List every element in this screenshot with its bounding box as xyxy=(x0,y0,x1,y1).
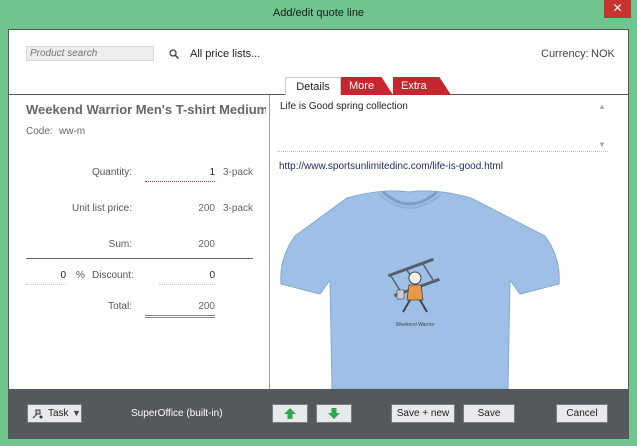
currency-label: Currency: xyxy=(541,48,589,60)
total-label: Total: xyxy=(108,301,132,312)
product-image: Weekend Warrior xyxy=(280,190,560,389)
tab-details[interactable]: Details xyxy=(285,77,341,95)
product-url-link[interactable]: http://www.sportsunlimitedinc.com/life-i… xyxy=(279,161,503,172)
quantity-input[interactable]: 1 xyxy=(145,167,215,182)
sum-value: 200 xyxy=(198,239,215,250)
sum-label: Sum: xyxy=(108,239,132,250)
total-value: 200 xyxy=(145,301,215,318)
tab-more[interactable]: More xyxy=(341,77,393,95)
arrow-up-icon xyxy=(284,408,296,419)
window-title: Add/edit quote line xyxy=(272,7,365,19)
chevron-down-icon[interactable]: ▼ xyxy=(72,408,81,418)
scroll-up-icon[interactable]: ▲ xyxy=(596,102,608,112)
price-lists-link[interactable]: All price lists... xyxy=(190,48,260,60)
discount-amount-input[interactable]: 0 xyxy=(159,270,215,285)
separator-line xyxy=(26,258,253,259)
quantity-label: Quantity: xyxy=(91,167,132,178)
discount-label: Discount: xyxy=(92,270,134,281)
quote-line-pane: Weekend Warrior Men's T-shirt Medium Cod… xyxy=(9,95,269,389)
move-up-button[interactable] xyxy=(272,404,308,423)
move-down-button[interactable] xyxy=(316,404,352,423)
owner-label: SuperOffice (built-in) xyxy=(131,408,223,419)
save-and-new-button[interactable]: Save + new xyxy=(391,404,455,423)
unit-price-label: Unit list price: xyxy=(71,203,132,214)
tab-strip: Details More Extra xyxy=(8,77,629,95)
save-button[interactable]: Save xyxy=(463,404,515,423)
discount-percent-input[interactable]: 0 xyxy=(26,270,66,285)
percent-sign: % xyxy=(76,270,85,281)
task-button[interactable]: Task ▼ xyxy=(27,404,82,423)
code-label: Code: xyxy=(26,126,53,137)
task-label: Task xyxy=(48,408,69,419)
tab-extra[interactable]: Extra xyxy=(393,77,451,95)
cancel-button[interactable]: Cancel xyxy=(556,404,608,423)
description-text: Life is Good spring collection xyxy=(280,101,408,112)
search-icon[interactable] xyxy=(169,49,179,59)
unit-price-value: 200 xyxy=(198,203,215,214)
arrow-down-icon xyxy=(328,408,340,419)
close-button[interactable]: ✕ xyxy=(604,0,631,18)
currency-value[interactable]: NOK xyxy=(591,48,615,60)
dialog-body: All price lists... Currency: NOK Details… xyxy=(8,29,629,439)
details-pane: Life is Good spring collection ▲ ▼ http:… xyxy=(270,95,628,389)
task-icon xyxy=(32,409,43,419)
scroll-down-icon[interactable]: ▼ xyxy=(596,140,608,150)
unit-price-unit: 3-pack xyxy=(223,203,254,214)
footer-bar: Task ▼ SuperOffice (built-in) Save + new… xyxy=(9,389,628,438)
code-value: ww-m xyxy=(59,126,86,137)
quantity-unit: 3-pack xyxy=(223,167,254,178)
product-name: Weekend Warrior Men's T-shirt Medium xyxy=(26,102,266,117)
description-scrollbar[interactable]: ▲ ▼ xyxy=(596,100,608,152)
title-bar: Add/edit quote line ✕ xyxy=(0,0,637,28)
tshirt-print-text: Weekend Warrior xyxy=(396,322,435,328)
product-search-input[interactable] xyxy=(26,46,154,61)
description-field[interactable]: Life is Good spring collection ▲ ▼ xyxy=(277,100,608,152)
